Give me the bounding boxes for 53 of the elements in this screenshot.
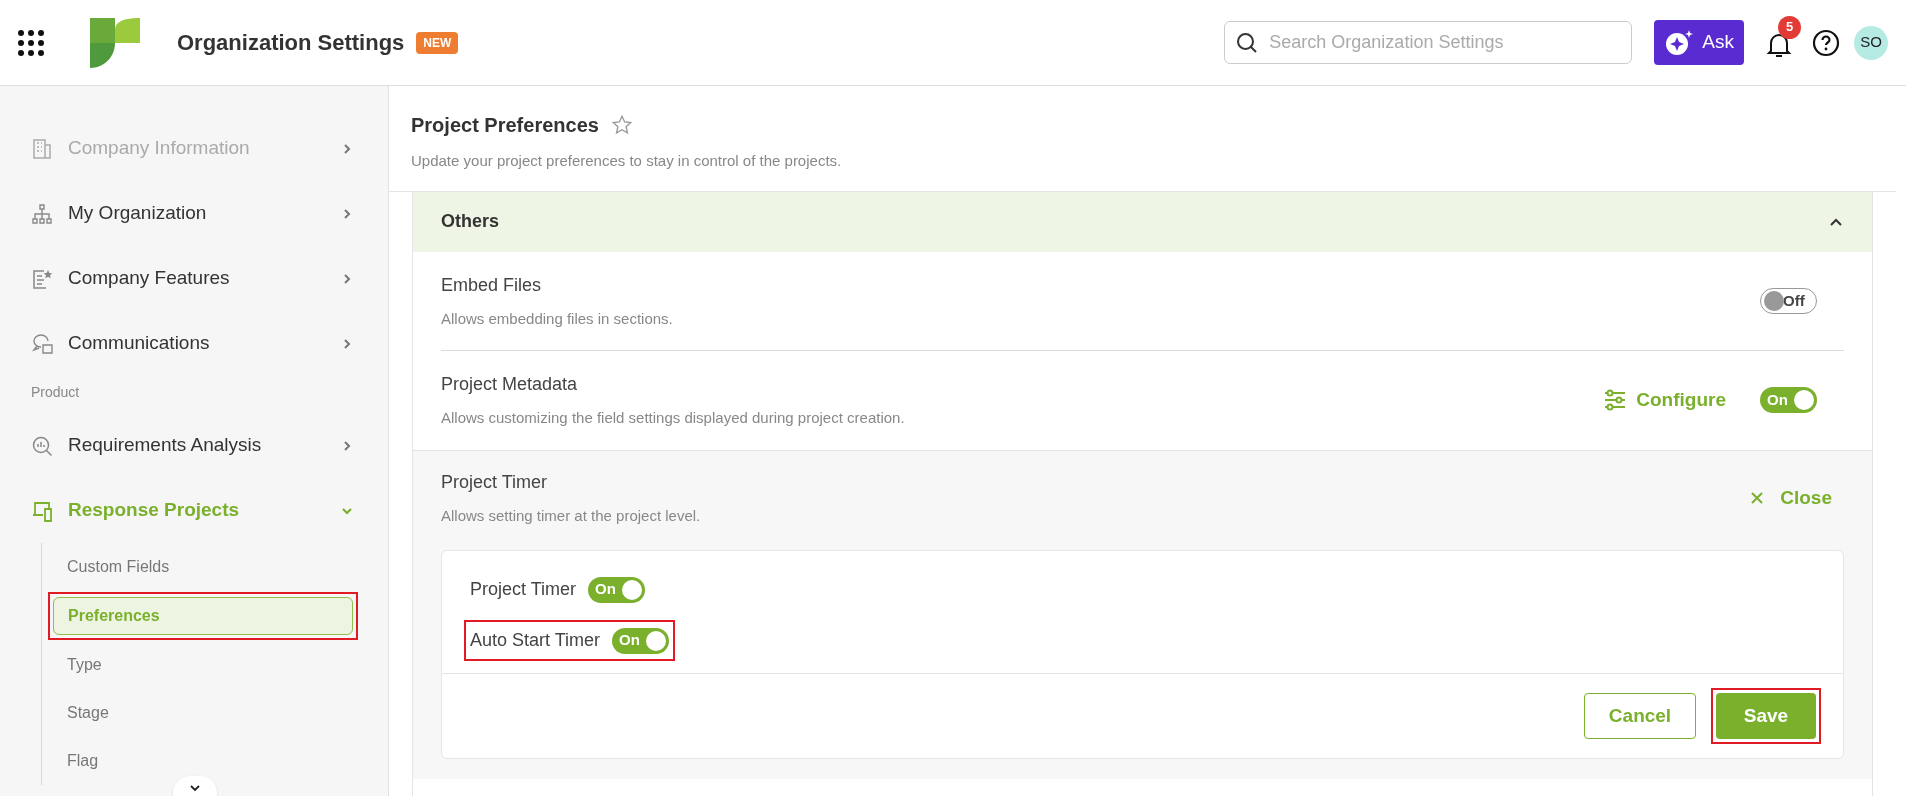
setting-description: Allows customizing the field settings displayed during project creation. — [441, 408, 906, 428]
page-description: Update your project preferences to stay in control of the projects. — [411, 151, 843, 171]
search-field[interactable]: Search Organization Settings — [1224, 21, 1633, 64]
document-star-icon — [31, 267, 53, 290]
apps-grid-icon[interactable] — [18, 29, 44, 56]
submenu-item[interactable]: Stage — [53, 694, 353, 732]
sidebar-item[interactable]: Company Information — [0, 116, 388, 181]
chat-bubbles-icon — [31, 332, 53, 355]
ask-button[interactable]: Ask — [1654, 20, 1744, 65]
toggle-switch[interactable]: On — [588, 576, 646, 603]
section-label: Product — [31, 383, 81, 402]
magnifier-chart-icon — [31, 434, 53, 457]
submenu-item[interactable]: Type — [53, 646, 353, 684]
new-badge: NEW — [416, 31, 459, 54]
section-header[interactable]: Others — [413, 191, 1872, 252]
sidebar-item[interactable]: Requirements Analysis — [0, 413, 388, 478]
setting-description: Allows setting timer at the project level. — [441, 505, 702, 526]
search-icon — [1236, 32, 1259, 54]
option-label: Project Timer — [470, 578, 577, 601]
setting-title: Project Timer — [441, 470, 549, 494]
logo-icon — [90, 17, 140, 68]
sliders-icon — [1604, 389, 1627, 412]
bell-icon[interactable] — [1766, 31, 1792, 59]
toggle-switch[interactable]: On — [612, 627, 670, 654]
devices-icon — [31, 499, 53, 522]
notification-count: 5 — [1778, 15, 1801, 39]
sparkle-icon — [1664, 28, 1695, 57]
close-icon — [1750, 490, 1765, 505]
building-icon — [31, 137, 53, 160]
cancel-button[interactable]: Cancel — [1584, 693, 1696, 739]
submenu-item[interactable]: Flag — [53, 742, 353, 780]
configure-link[interactable]: Configure — [1604, 386, 1726, 415]
sidebar-item[interactable]: My Organization — [0, 181, 388, 246]
toggle-switch[interactable]: On — [1760, 387, 1817, 414]
submenu-item[interactable]: Custom Fields — [53, 548, 353, 586]
setting-title: Project Metadata — [441, 373, 579, 396]
submenu-item[interactable]: Preferences — [53, 597, 353, 635]
close-button[interactable]: Close — [1750, 483, 1832, 512]
page-title: Organization Settings — [177, 29, 405, 57]
help-icon[interactable] — [1812, 28, 1840, 57]
setting-title: Embed Files — [441, 273, 543, 297]
save-button[interactable]: Save — [1716, 693, 1816, 739]
sidebar-item[interactable]: Communications — [0, 311, 388, 376]
option-label: Auto Start Timer — [470, 629, 601, 652]
setting-description: Allows embedding files in sections. — [441, 308, 674, 329]
org-chart-icon — [31, 202, 53, 225]
toggle-switch[interactable]: Off — [1760, 287, 1817, 314]
sidebar-item[interactable]: Company Features — [0, 246, 388, 311]
chevron-down-icon — [189, 782, 201, 794]
page-heading: Project Preferences — [411, 113, 599, 138]
avatar[interactable]: SO — [1854, 25, 1888, 60]
star-icon[interactable] — [610, 114, 633, 136]
sidebar-item[interactable]: Response Projects — [0, 478, 388, 543]
